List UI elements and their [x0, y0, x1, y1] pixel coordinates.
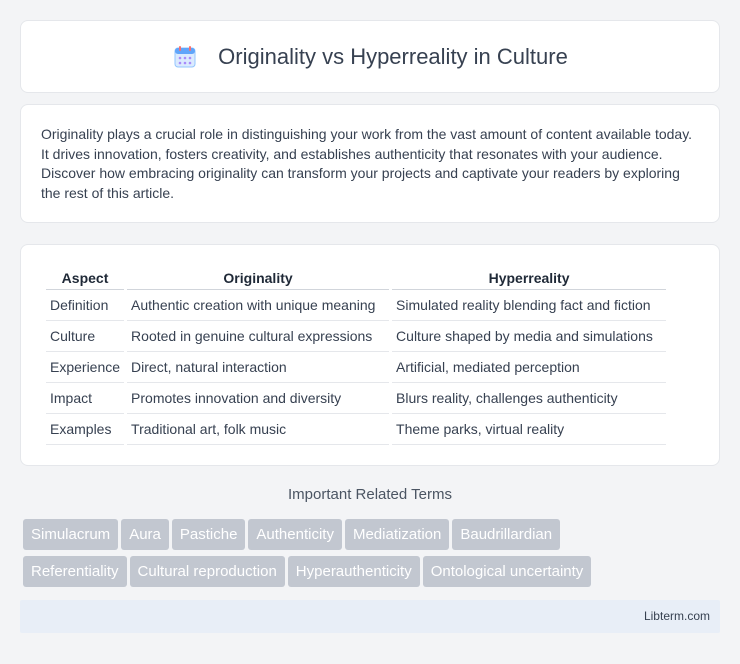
table-cell: Culture	[46, 321, 125, 352]
table-cell: Definition	[46, 290, 125, 321]
tag-referentiality[interactable]: Referentiality	[23, 556, 127, 587]
table-row: Examples Traditional art, folk music The…	[46, 414, 667, 445]
title-card: Originality vs Hyperreality in Culture	[20, 20, 720, 93]
table-cell: Authentic creation with unique meaning	[127, 290, 390, 321]
comparison-card: Aspect Originality Hyperreality Definiti…	[20, 244, 720, 466]
tag-hyperauthenticity[interactable]: Hyperauthenticity	[287, 556, 420, 587]
table-cell: Culture shaped by media and simulations	[392, 321, 667, 352]
table-cell: Impact	[46, 383, 125, 414]
related-tags: Simulacrum Aura Pastiche Authenticity Mediat…	[23, 519, 723, 593]
table-cell: Direct, natural interaction	[127, 352, 390, 383]
footer-site-link[interactable]: Libterm.com	[644, 609, 710, 623]
table-cell: Blurs reality, challenges authenticity	[392, 383, 667, 414]
tag-authenticity[interactable]: Authenticity	[248, 519, 342, 550]
table-row: Impact Promotes innovation and diversity…	[46, 383, 667, 414]
tag-ontological-uncertainty[interactable]: Ontological uncertainty	[422, 556, 592, 587]
footer: Libterm.com	[20, 600, 720, 633]
header-hyperreality: Hyperreality	[392, 265, 667, 290]
related-terms-title: Important Related Terms	[288, 486, 452, 503]
table-cell: Traditional art, folk music	[127, 414, 390, 445]
table-row: Culture Rooted in genuine cultural expre…	[46, 321, 667, 352]
intro-text: Originality plays a crucial role in dist…	[41, 126, 693, 201]
table-cell: Theme parks, virtual reality	[392, 414, 667, 445]
table-cell: Artificial, mediated perception	[392, 352, 667, 383]
tag-cultural-reproduction[interactable]: Cultural reproduction	[129, 556, 285, 587]
tag-baudrillardian[interactable]: Baudrillardian	[452, 519, 561, 550]
intro-card: Originality plays a crucial role in dist…	[20, 104, 720, 223]
table-cell: Examples	[46, 414, 125, 445]
table-header-row: Aspect Originality Hyperreality	[46, 265, 667, 290]
header-aspect: Aspect	[46, 265, 125, 290]
tag-simulacrum[interactable]: Simulacrum	[23, 519, 119, 550]
table-cell: Rooted in genuine cultural expressions	[127, 321, 390, 352]
table-cell: Promotes innovation and diversity	[127, 383, 390, 414]
page-title: Originality vs Hyperreality in Culture	[218, 43, 568, 69]
tag-pastiche[interactable]: Pastiche	[171, 519, 246, 550]
comparison-table: Aspect Originality Hyperreality Definiti…	[43, 265, 669, 445]
table-cell: Experience	[46, 352, 125, 383]
table-row: Definition Authentic creation with uniqu…	[46, 290, 667, 321]
header-originality: Originality	[127, 265, 390, 290]
tag-mediatization[interactable]: Mediatization	[344, 519, 450, 550]
table-cell: Simulated reality blending fact and fict…	[392, 290, 667, 321]
table-row: Experience Direct, natural interaction A…	[46, 352, 667, 383]
tag-aura[interactable]: Aura	[121, 519, 169, 550]
calendar-icon	[172, 44, 198, 70]
